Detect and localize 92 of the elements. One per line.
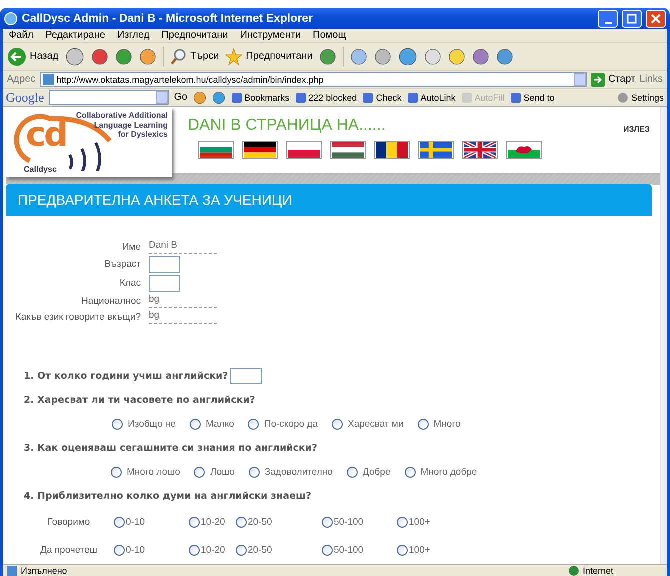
radio-option[interactable]: Изобщо не	[112, 418, 176, 430]
radio-option[interactable]: Харесват ми	[332, 418, 404, 430]
field-value: bg	[149, 294, 217, 308]
flag-icon[interactable]	[242, 141, 278, 159]
links-label[interactable]: Links	[640, 74, 663, 85]
settings-button[interactable]: Settings	[617, 92, 664, 104]
google-toolbar-item[interactable]: Bookmarks	[230, 92, 290, 104]
logo-mark: cd	[26, 115, 66, 155]
toolbar-icon	[230, 92, 243, 104]
browser-icon	[4, 12, 18, 26]
radio-option[interactable]: 100+	[397, 544, 457, 556]
close-icon	[651, 14, 661, 24]
maximize-button[interactable]	[622, 10, 642, 28]
arrow-icon	[591, 72, 606, 86]
menu-item[interactable]: Помощ	[313, 30, 346, 41]
field-label: Какъв език говорите вкъщи?	[14, 312, 141, 322]
page-heading: DANI В СТРАНИЦА НА......	[188, 117, 387, 135]
radio-option[interactable]: 10-20	[189, 516, 236, 528]
radio-option[interactable]: 50-100	[322, 544, 397, 556]
google-toolbar-item[interactable]: Send to	[510, 92, 555, 104]
radio-option[interactable]: 10-20	[189, 544, 236, 556]
close-button[interactable]	[646, 10, 666, 28]
toolbar-icon	[362, 92, 374, 104]
radio-option[interactable]: Малко	[190, 418, 234, 430]
menu-item[interactable]: Файл	[9, 30, 34, 41]
google-go-button[interactable]: Go	[174, 92, 188, 103]
field-label: Националнос	[80, 296, 141, 306]
row-label: Говоримо	[46, 516, 92, 528]
go-button[interactable]: Старт	[591, 72, 636, 86]
radio-option[interactable]: Много добре	[404, 466, 478, 478]
menu-item[interactable]: Редактиране	[46, 30, 106, 41]
menu-item[interactable]: Изглед	[117, 30, 150, 41]
radio-option[interactable]: 50-100	[322, 516, 397, 528]
favorites-button[interactable]: Предпочитани	[225, 48, 313, 66]
field-label: Възраст	[104, 259, 141, 270]
back-button[interactable]: Назад	[7, 46, 59, 66]
radio-option[interactable]: 0-10	[114, 544, 189, 556]
flag-icon[interactable]	[462, 141, 498, 159]
radio-option[interactable]: Много лошо	[111, 466, 180, 478]
toolbar-icon	[460, 92, 473, 104]
radio-option[interactable]: Много	[418, 418, 461, 430]
google-toolbar-item[interactable]: 222 blocked	[294, 92, 358, 104]
radio-option[interactable]: По-скоро да	[248, 418, 318, 430]
search-icon	[170, 48, 188, 66]
maximize-icon	[627, 14, 637, 24]
menu-item[interactable]: Инструменти	[240, 30, 302, 41]
status-text: Изпълнено	[21, 566, 68, 576]
toolbar-icon	[294, 92, 307, 104]
toolbar-icon	[510, 92, 522, 104]
logo-caption: Calldysc	[24, 165, 57, 174]
address-field[interactable]: http://www.oktatas.magyartelekom.hu/calldysc/admin/bin/index.php	[40, 72, 588, 87]
radio-option[interactable]: Лошо	[194, 466, 235, 478]
settings-icon	[617, 92, 630, 104]
flag-icon[interactable]	[374, 141, 410, 159]
logout-link[interactable]: ИЗЛЕЗ	[623, 107, 660, 173]
field-value: Dani B	[149, 240, 217, 254]
question-text: 1. От колко години учиш английски?	[24, 370, 228, 382]
address-label: Адрес	[7, 74, 36, 85]
google-toolbar-item[interactable]: Check	[362, 92, 402, 104]
question-text: 4. Приблизително колко думи на английски знаеш?	[24, 490, 312, 502]
google-logo: Google	[6, 90, 44, 106]
radio-option[interactable]: 0-10	[114, 516, 189, 528]
answer-field[interactable]	[230, 368, 262, 384]
field-value: bg	[149, 310, 217, 324]
field-label: Клас	[118, 278, 141, 289]
logo-tagline: Collaborative Additional Language Learning for Dyslexics	[76, 111, 168, 140]
radio-option[interactable]: 100+	[397, 516, 457, 528]
toolbar-icon	[406, 92, 419, 104]
window-title: CallDysc Admin - Dani B - Microsoft Internet Explorer	[22, 12, 314, 24]
google-search-field[interactable]	[49, 90, 170, 105]
radio-option[interactable]: Добре	[346, 466, 391, 478]
page-icon	[42, 74, 54, 85]
input-field[interactable]	[149, 256, 180, 273]
section-title: ПРЕДВАРИТЕЛНА АНКЕТА ЗА УЧЕНИЦИ	[6, 184, 652, 216]
row-label: Да прочетеш	[40, 544, 98, 556]
globe-icon	[569, 566, 579, 576]
minimize-icon	[604, 22, 612, 24]
scrollbar[interactable]	[660, 107, 667, 564]
radio-option[interactable]: Задоволително	[248, 466, 333, 478]
input-field[interactable]	[149, 275, 180, 292]
zone-text: Internet	[583, 566, 615, 576]
minimize-button[interactable]	[598, 10, 618, 28]
google-toolbar-item[interactable]: AutoLink	[406, 92, 456, 104]
radio-option[interactable]: 20-50	[236, 544, 322, 556]
radio-option[interactable]: 20-50	[236, 516, 322, 528]
question-text: 2. Харесват ли ти часовете по английски?	[24, 394, 256, 406]
menu-item[interactable]: Предпочитани	[162, 30, 228, 41]
search-button[interactable]: Търси	[170, 48, 220, 66]
field-label: Име	[121, 242, 141, 252]
star-icon	[225, 48, 244, 66]
page-icon	[7, 566, 17, 576]
question-text: 3. Как оценяваш сегашните си знания по английски?	[24, 442, 318, 454]
